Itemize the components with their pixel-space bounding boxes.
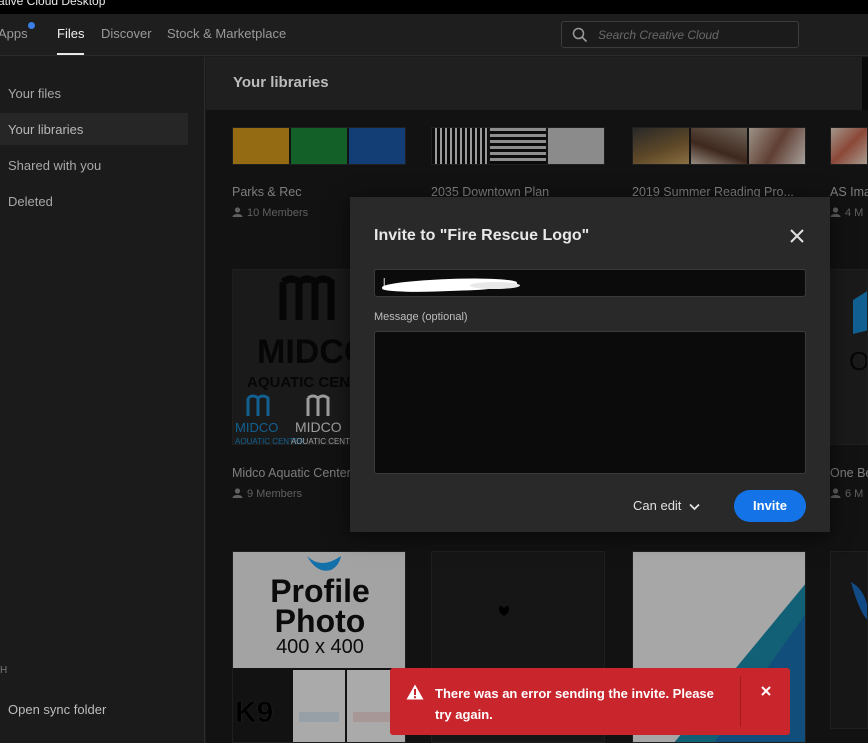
sidebar-item-your-files[interactable]: Your files (0, 77, 188, 109)
message-textarea[interactable] (374, 331, 806, 474)
redaction-mark (470, 282, 520, 289)
scrollbar[interactable] (862, 57, 868, 110)
page-title: Your libraries (233, 74, 329, 91)
warning-icon (406, 684, 424, 700)
notification-dot (28, 22, 35, 29)
search-box[interactable]: Search Creative Cloud (561, 21, 799, 48)
message-label: Message (optional) (374, 311, 468, 323)
sidebar-item-deleted[interactable]: Deleted (0, 185, 188, 217)
permission-value: Can edit (633, 498, 682, 513)
sidebar: Your files Your libraries Shared with yo… (0, 57, 205, 743)
tab-files[interactable]: Files (57, 26, 85, 55)
main-header: Your libraries (206, 57, 868, 110)
dialog-title: Invite to "Fire Rescue Logo" (374, 227, 590, 244)
close-icon[interactable] (760, 685, 772, 697)
permission-dropdown[interactable]: Can edit (633, 498, 701, 513)
sidebar-item-shared-with-you[interactable]: Shared with you (0, 149, 188, 181)
search-icon (572, 27, 588, 43)
sidebar-item-your-libraries[interactable]: Your libraries (0, 113, 188, 145)
tab-discover[interactable]: Discover (101, 26, 152, 41)
toast-message: There was an error sending the invite. P… (435, 686, 714, 722)
toast-divider (740, 676, 741, 727)
title-bar: ative Cloud Desktop (0, 0, 868, 14)
chevron-down-icon (689, 503, 701, 511)
top-nav: Apps Files Discover Stock & Marketplace … (0, 14, 868, 56)
sidebar-section-label: H (0, 665, 8, 676)
error-toast: There was an error sending the invite. P… (390, 668, 790, 735)
tab-apps[interactable]: Apps (0, 26, 28, 41)
search-input[interactable]: Search Creative Cloud (598, 28, 719, 42)
window-title: ative Cloud Desktop (0, 0, 106, 8)
invite-dialog: Invite to "Fire Rescue Logo" l Message (… (350, 197, 830, 532)
open-sync-folder-link[interactable]: Open sync folder (8, 702, 106, 717)
invite-button[interactable]: Invite (734, 490, 806, 522)
close-icon[interactable] (788, 227, 806, 245)
tab-stock-marketplace[interactable]: Stock & Marketplace (167, 26, 286, 41)
